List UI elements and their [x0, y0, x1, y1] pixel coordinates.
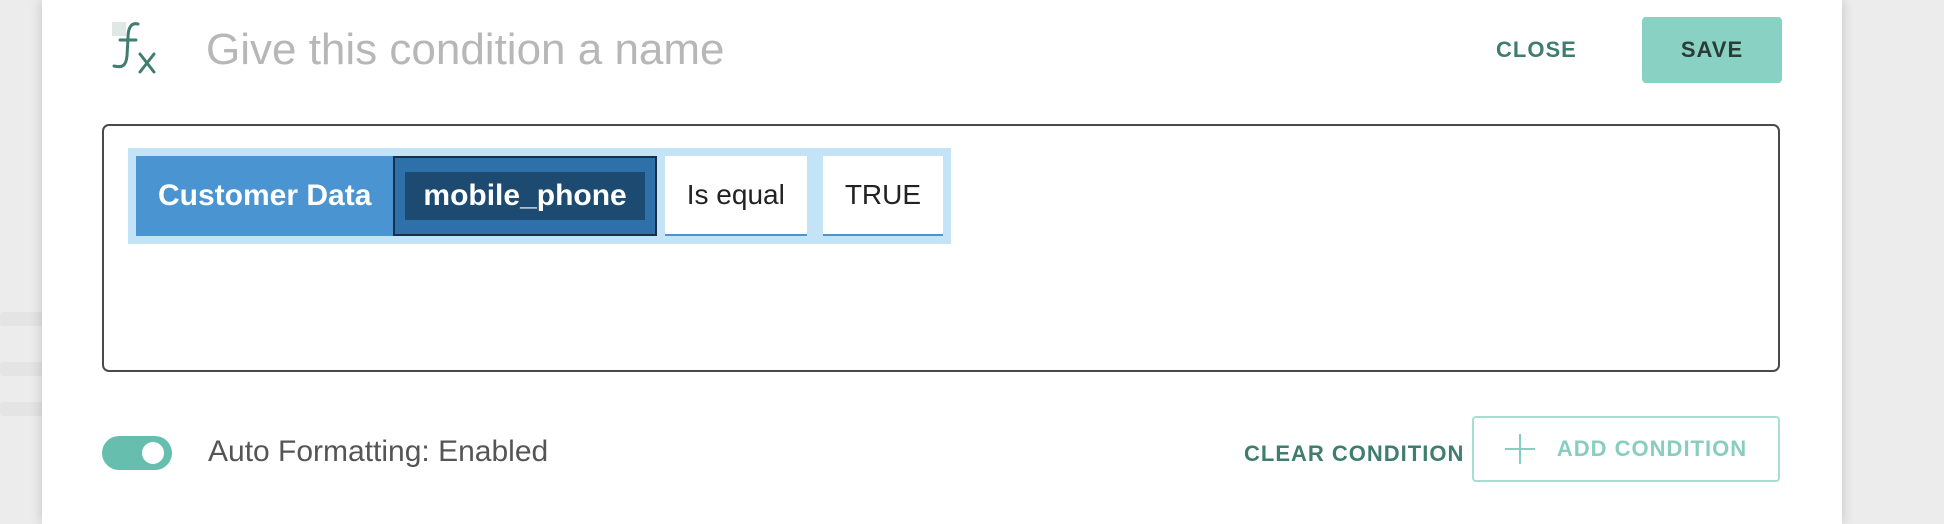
- clear-condition-button[interactable]: CLEAR CONDITION: [1232, 432, 1476, 476]
- condition-name-input[interactable]: [206, 18, 1106, 82]
- condition-row[interactable]: Customer Data mobile_phone Is equal TRUE: [128, 148, 952, 244]
- function-fx-icon: [108, 16, 168, 78]
- operator-chip[interactable]: Is equal: [664, 156, 807, 236]
- condition-editor[interactable]: Customer Data mobile_phone Is equal TRUE: [102, 124, 1780, 372]
- add-condition-button[interactable]: ADD CONDITION: [1472, 416, 1780, 482]
- plus-icon: [1504, 434, 1535, 464]
- data-source-chip[interactable]: Customer Data: [136, 156, 394, 236]
- close-button[interactable]: CLOSE: [1482, 30, 1591, 70]
- toggle-knob: [142, 442, 164, 464]
- auto-formatting-label: Auto Formatting: Enabled: [208, 435, 549, 468]
- condition-dialog: CLOSE SAVE Customer Data mobile_phone Is…: [42, 0, 1842, 524]
- auto-formatting-toggle[interactable]: [102, 436, 172, 470]
- field-chip[interactable]: mobile_phone: [393, 156, 657, 236]
- save-button[interactable]: SAVE: [1642, 17, 1782, 83]
- add-condition-label: ADD CONDITION: [1556, 436, 1748, 461]
- value-chip[interactable]: TRUE: [822, 156, 944, 236]
- field-chip-label: mobile_phone: [405, 172, 645, 220]
